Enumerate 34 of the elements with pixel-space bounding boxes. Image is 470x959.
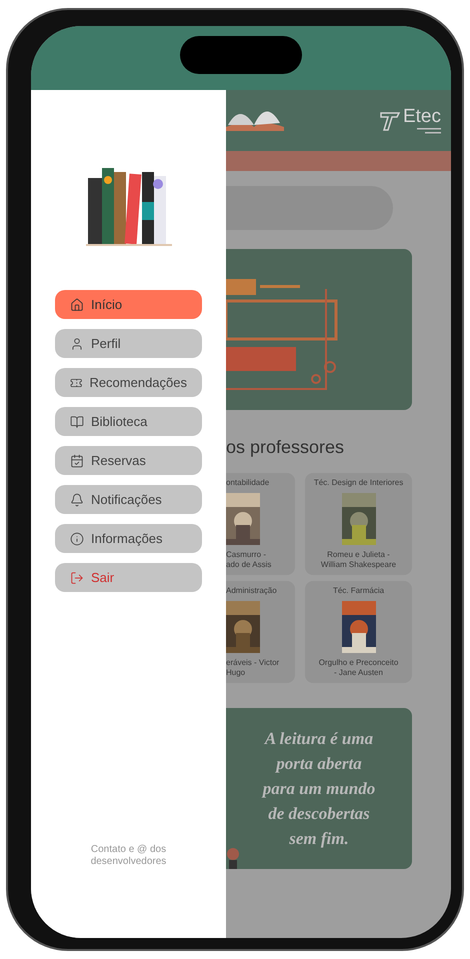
user-icon [70, 336, 84, 350]
book-title: Orgulho e Preconceito - Jane Austen [318, 658, 398, 678]
section-title: os professores [226, 436, 346, 458]
etec-logo-icon [378, 110, 401, 132]
logo-text: Etec [402, 106, 441, 126]
search-field[interactable] [226, 186, 393, 230]
menu-item[interactable]: Perfil [55, 329, 202, 358]
quote-text: A leitura é uma porta aberta para um mundo de descobertas sem fim. [262, 728, 376, 850]
book-title: Romeu e Julieta - William Shakespeare [320, 550, 396, 570]
menu-item[interactable]: Reservas [55, 446, 202, 475]
info-icon [70, 532, 84, 546]
course-label: Téc. Design de Interiores [314, 478, 404, 488]
house-icon [70, 298, 84, 312]
contact-text: Contato e @ dos desenvolvedores [90, 844, 168, 868]
book-title: eráveis - Victor Hugo [226, 658, 280, 678]
calendar-icon [70, 454, 84, 468]
book-card[interactable]: Téc. Design de Interiores Romeu e Julieta - William Shakespeare [305, 473, 412, 575]
course-label: ontabilidade [226, 478, 270, 488]
open-book-icon [226, 110, 284, 130]
book-title: Casmurro - ado de Assis [226, 550, 272, 570]
book-icon [70, 414, 84, 428]
book-card[interactable]: ontabilidade Casmurro - ado de Assis [226, 473, 295, 575]
menu-item[interactable]: Início [55, 290, 202, 319]
menu-item[interactable]: Informações [55, 524, 202, 553]
course-label: Administração [226, 586, 277, 596]
menu-item[interactable]: Sair [55, 563, 202, 592]
menu-item[interactable]: Notificações [55, 485, 202, 514]
book-card[interactable]: Administração eráveis - Victor Hugo [226, 581, 295, 683]
menu-item[interactable]: Biblioteca [55, 407, 202, 436]
book-card[interactable]: Téc. Farmácia Orgulho e Preconceito - Jane Austen [305, 581, 412, 683]
menu-item[interactable]: Recomendações [55, 368, 202, 397]
course-label: Téc. Farmácia [332, 586, 384, 596]
logout-icon [70, 570, 84, 584]
bell-icon [70, 492, 84, 506]
